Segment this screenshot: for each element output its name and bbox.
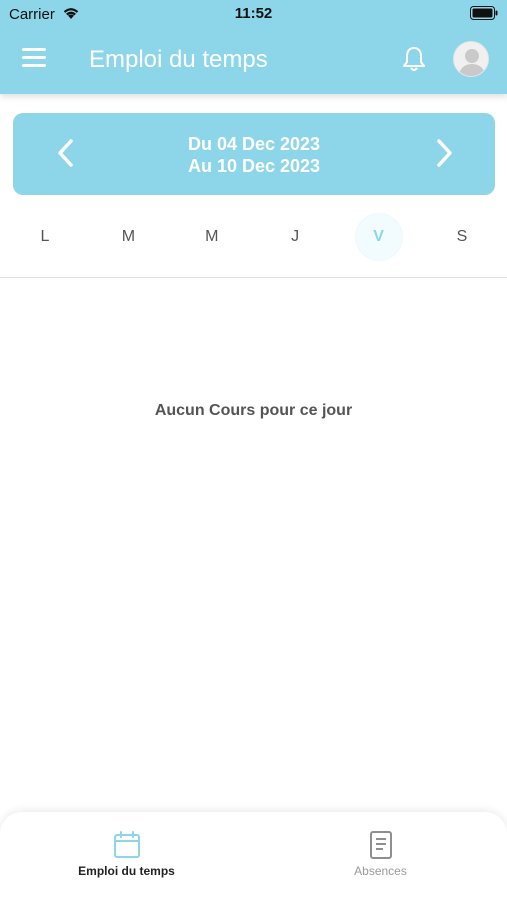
divider [0,277,507,278]
day-monday[interactable]: L [22,214,68,260]
avatar-button[interactable] [453,41,489,77]
app-screen: Carrier 11:52 Emploi du temps Du 04 Dec … [0,0,507,900]
calendar-icon [114,831,140,858]
document-icon [370,831,392,859]
hamburger-menu-icon [22,48,46,51]
tab-emploi-du-temps[interactable]: Emploi du temps [0,812,253,900]
tab-absences[interactable]: Absences [254,812,507,900]
week-end: Au 10 Dec 2023 [187,156,321,176]
top-header: Carrier 11:52 Emploi du temps [0,0,507,94]
weekday-selector: L M M J V S [0,208,507,268]
hamburger-line [22,64,46,67]
page-title: Emploi du temps [89,46,268,73]
day-tuesday[interactable]: M [105,214,151,260]
week-range-text: Du 04 Dec 2023 Au 10 Dec 2023 [13,133,495,177]
battery-icon [470,6,498,20]
day-saturday[interactable]: S [439,214,485,260]
day-thursday[interactable]: J [272,214,318,260]
tab-label: Emploi du temps [78,864,175,878]
hamburger-line [22,56,46,59]
user-avatar-icon [458,49,486,76]
week-range-card: Du 04 Dec 2023 Au 10 Dec 2023 [13,113,495,195]
menu-button[interactable] [22,48,48,70]
status-bar: Carrier 11:52 [0,0,507,28]
bottom-tab-bar: Emploi du temps Absences [0,812,507,900]
next-week-icon[interactable] [429,135,459,171]
day-friday[interactable]: V [355,214,402,260]
bell-icon[interactable] [401,45,427,73]
app-bar: Emploi du temps [0,28,507,94]
day-wednesday[interactable]: M [189,214,235,260]
status-time: 11:52 [234,5,273,22]
week-start: Du 04 Dec 2023 [187,134,321,154]
empty-state-message: Aucun Cours pour ce jour [154,402,353,419]
tab-label: Absences [354,864,407,878]
